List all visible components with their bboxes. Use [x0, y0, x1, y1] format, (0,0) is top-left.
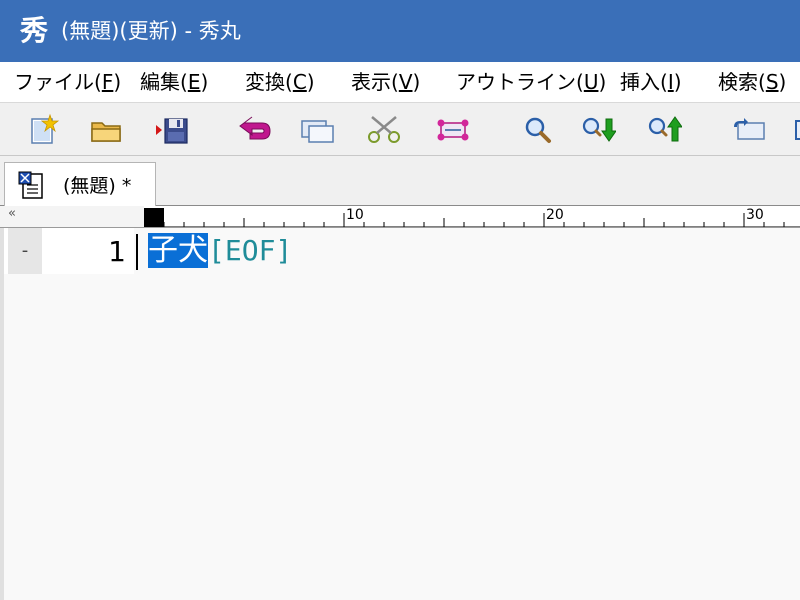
ruler-collapse-toggle[interactable]: «: [8, 206, 16, 222]
line-number: 1: [108, 235, 126, 268]
menu-view-suffix: ): [412, 70, 421, 94]
undo-icon[interactable]: [238, 113, 274, 147]
menu-outline-label: アウトライン(: [456, 70, 584, 94]
menu-edit-label: 編集(: [140, 70, 188, 94]
app-icon[interactable]: 秀: [20, 14, 48, 48]
window-title: (無題)(更新) - 秀丸: [61, 19, 241, 43]
editor-area[interactable]: - 1 子犬[EOF]: [0, 228, 800, 600]
menu-convert-label: 変換(: [245, 70, 293, 94]
tab-strip: (無題) *: [0, 156, 800, 207]
ruler-gutter: [0, 206, 144, 227]
menu-edit-suffix: ): [200, 70, 209, 94]
menu-search[interactable]: 検索(S): [718, 68, 786, 96]
menu-search-suffix: ): [778, 70, 787, 94]
search-down-icon[interactable]: [580, 113, 616, 147]
new-file-icon[interactable]: [26, 113, 62, 147]
menu-outline[interactable]: アウトライン(U): [456, 68, 606, 96]
menu-convert-suffix: ): [306, 70, 315, 94]
menu-insert-suffix: ): [673, 70, 682, 94]
ruler-scale: [144, 206, 800, 227]
selected-text[interactable]: 子犬: [148, 233, 208, 268]
menu-search-key: S: [765, 70, 779, 94]
search-icon[interactable]: [520, 113, 556, 147]
menu-convert-key: C: [292, 70, 307, 94]
tab-untitled[interactable]: (無題) *: [4, 162, 156, 207]
toolbar: [0, 102, 800, 156]
tab-label: (無題) *: [63, 175, 132, 197]
menu-file-key: F: [101, 70, 114, 94]
menu-outline-key: U: [583, 70, 599, 94]
editor-line-1[interactable]: 子犬[EOF]: [148, 230, 292, 272]
menu-file-suffix: ): [113, 70, 122, 94]
menu-convert[interactable]: 変換(C): [245, 68, 315, 96]
menu-search-label: 検索(: [718, 70, 766, 94]
menu-edit[interactable]: 編集(E): [140, 68, 208, 96]
ruler-label-10: 10: [346, 207, 364, 223]
title-bar[interactable]: 秀 (無題)(更新) - 秀丸: [0, 0, 800, 62]
copy-icon[interactable]: [300, 113, 336, 147]
ruler[interactable]: « 10 20 30: [0, 206, 800, 228]
save-icon[interactable]: [154, 113, 190, 147]
replace-icon[interactable]: [730, 113, 766, 147]
document-icon: [17, 171, 47, 201]
menu-bar: ファイル(F) 編集(E) 変換(C) 表示(V) アウトライン(U) 挿入(I…: [0, 62, 800, 102]
menu-outline-suffix: ): [598, 70, 607, 94]
ruler-label-30: 30: [746, 207, 764, 223]
ruler-cursor-marker: [144, 208, 164, 227]
toolbar-overflow-icon[interactable]: [792, 113, 800, 147]
gutter-separator: [136, 234, 138, 270]
menu-file[interactable]: ファイル(F): [14, 68, 121, 96]
ruler-label-20: 20: [546, 207, 564, 223]
search-up-icon[interactable]: [646, 113, 682, 147]
paste-icon[interactable]: [435, 113, 471, 147]
open-folder-icon[interactable]: [88, 113, 124, 147]
eof-marker: [EOF]: [208, 234, 293, 267]
cut-icon[interactable]: [366, 113, 402, 147]
menu-view[interactable]: 表示(V): [351, 68, 420, 96]
menu-file-label: ファイル(: [14, 70, 102, 94]
menu-edit-key: E: [187, 70, 201, 94]
menu-insert-label: 挿入(: [620, 70, 668, 94]
fold-marker[interactable]: -: [8, 228, 42, 274]
menu-view-key: V: [398, 70, 413, 94]
menu-insert[interactable]: 挿入(I): [620, 68, 682, 96]
menu-view-label: 表示(: [351, 70, 399, 94]
